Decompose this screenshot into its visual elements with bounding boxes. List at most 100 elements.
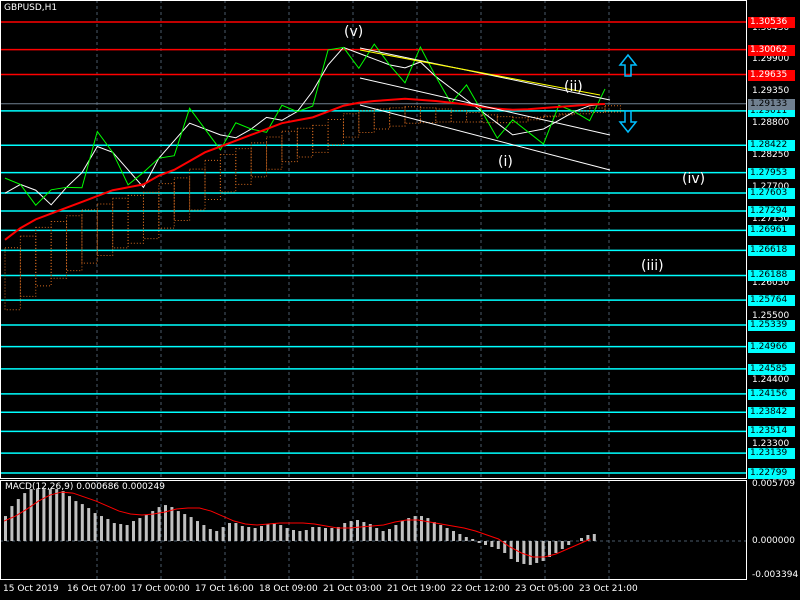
price-axis-tick: 1.28250 bbox=[752, 150, 790, 161]
macd-histogram-bar bbox=[189, 517, 193, 541]
macd-histogram-bar bbox=[240, 526, 244, 541]
cloud-segment bbox=[558, 113, 575, 116]
macd-histogram-bar bbox=[317, 527, 321, 541]
time-label: 21 Oct 19:00 bbox=[387, 584, 446, 594]
price-level-label: 1.25339 bbox=[748, 319, 795, 331]
macd-histogram-bar bbox=[202, 525, 206, 541]
macd-histogram-bar bbox=[509, 541, 513, 559]
macd-axis-tick: -0.003394 bbox=[752, 569, 799, 580]
macd-histogram-bar bbox=[400, 521, 404, 541]
macd-histogram-bar bbox=[151, 511, 155, 541]
cloud-segment bbox=[250, 142, 268, 178]
macd-histogram-bar bbox=[548, 541, 551, 557]
cloud-segment bbox=[312, 124, 329, 153]
chikou-line bbox=[4, 43, 606, 206]
macd-histogram-bar bbox=[388, 529, 391, 541]
cloud-segment bbox=[496, 116, 514, 124]
arrow-up-icon bbox=[618, 53, 638, 77]
price-axis-tick: 1.28800 bbox=[752, 118, 790, 129]
macd-histogram-bar bbox=[471, 539, 475, 541]
wave-label-iii: (iii) bbox=[641, 258, 664, 274]
macd-histogram-bar bbox=[87, 508, 91, 541]
macd-histogram-bar bbox=[100, 516, 103, 541]
cloud-segment bbox=[173, 177, 191, 222]
wave-label-iv: (iv) bbox=[682, 171, 706, 187]
macd-histogram-bar bbox=[266, 524, 270, 541]
macd-histogram-bar bbox=[420, 516, 423, 541]
ichimoku-cloud bbox=[4, 105, 621, 311]
wave-label-i: (i) bbox=[498, 154, 513, 170]
cloud-segment bbox=[342, 113, 360, 138]
price-level-label: 1.24966 bbox=[748, 341, 795, 353]
macd-histogram-bar bbox=[132, 521, 135, 541]
chart-canvas[interactable] bbox=[0, 0, 800, 600]
macd-histogram-bar bbox=[496, 541, 500, 549]
macd-histogram-bar bbox=[477, 541, 481, 543]
price-level-label: 1.27603 bbox=[748, 187, 795, 199]
cloud-segment bbox=[127, 194, 144, 244]
macd-histogram-bar bbox=[80, 504, 84, 541]
price-level-label: 1.29635 bbox=[748, 69, 795, 81]
macd-histogram-bar bbox=[55, 489, 59, 541]
macd-histogram-bar bbox=[196, 521, 199, 541]
cloud-segment bbox=[235, 148, 252, 185]
macd-histogram-bar bbox=[16, 499, 20, 541]
macd-histogram-bar bbox=[452, 531, 455, 541]
cloud-segment bbox=[112, 197, 129, 249]
macd-histogram-bar bbox=[336, 527, 340, 541]
macd-histogram-bar bbox=[381, 531, 385, 541]
macd-histogram-bar bbox=[445, 528, 449, 541]
price-level-label: 1.30536 bbox=[748, 17, 795, 28]
macd-histogram-bar bbox=[490, 541, 494, 547]
macd-histogram-bar bbox=[36, 489, 39, 541]
macd-histogram-bar bbox=[541, 541, 545, 561]
macd-histogram-bar bbox=[176, 511, 180, 541]
cloud-segment bbox=[81, 209, 98, 264]
macd-histogram-bar bbox=[221, 527, 225, 541]
cloud-segment bbox=[466, 112, 483, 123]
current-price-label: 1.29133 bbox=[748, 98, 795, 110]
macd-histogram-bar bbox=[74, 501, 78, 541]
macd-histogram-bar bbox=[349, 521, 353, 541]
macd-histogram-bar bbox=[253, 528, 257, 541]
price-level-label: 1.27953 bbox=[748, 167, 795, 179]
macd-histogram-bar bbox=[407, 518, 411, 541]
price-level-label: 1.23139 bbox=[748, 448, 795, 460]
macd-histogram-bar bbox=[42, 489, 46, 541]
macd-histogram-bar bbox=[298, 531, 302, 541]
time-label: 22 Oct 12:00 bbox=[451, 584, 510, 594]
macd-histogram-bar bbox=[464, 537, 468, 541]
macd-histogram-bar bbox=[106, 519, 110, 541]
chart-symbol-title: GBPUSD,H1 bbox=[4, 3, 58, 13]
macd-histogram-bar bbox=[554, 541, 558, 553]
macd-histogram-bar bbox=[567, 541, 571, 545]
macd-histogram-bar bbox=[343, 523, 347, 541]
price-level-label: 1.22799 bbox=[748, 468, 795, 479]
price-level-label: 1.26618 bbox=[748, 245, 795, 257]
macd-histogram-bar bbox=[247, 527, 251, 541]
price-level-label: 1.23514 bbox=[748, 426, 795, 438]
grid bbox=[96, 0, 610, 580]
macd-axis-tick: 0.005709 bbox=[752, 479, 795, 489]
macd-histogram-bar bbox=[10, 506, 14, 541]
price-level-label: 1.25764 bbox=[748, 295, 795, 307]
macd-histogram-bar bbox=[138, 518, 142, 541]
wave-label-ii: (ii) bbox=[564, 79, 583, 95]
macd-histogram-bar bbox=[272, 523, 276, 541]
price-level-label: 1.23842 bbox=[748, 407, 795, 419]
macd-histogram-bar bbox=[356, 520, 359, 541]
time-label: 18 Oct 09:00 bbox=[259, 584, 318, 594]
cloud-segment bbox=[266, 136, 283, 170]
cloud-segment bbox=[189, 168, 206, 211]
price-level-label: 1.26188 bbox=[748, 270, 795, 282]
time-label: 15 Oct 2019 bbox=[3, 584, 59, 594]
cloud-segment bbox=[296, 127, 314, 158]
price-axis-tick: 1.29350 bbox=[752, 86, 790, 97]
macd-histogram-bar bbox=[311, 527, 315, 541]
macd-histogram-bar bbox=[144, 515, 148, 541]
macd-histogram-bar bbox=[304, 530, 308, 541]
cloud-segment bbox=[450, 110, 468, 123]
macd-histogram-bar bbox=[119, 524, 123, 541]
macd-histogram-bar bbox=[592, 534, 596, 541]
macd-histogram-bar bbox=[170, 507, 174, 541]
